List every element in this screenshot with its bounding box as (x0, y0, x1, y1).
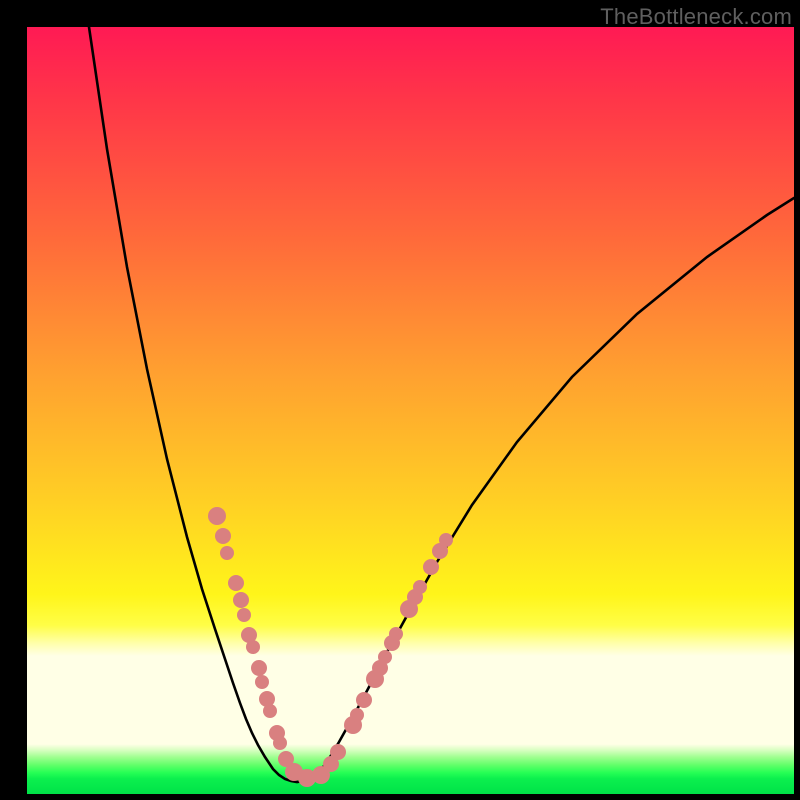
data-marker (389, 627, 403, 641)
plot-area (27, 27, 794, 794)
frame-background: TheBottleneck.com (0, 0, 800, 800)
data-marker (220, 546, 234, 560)
curve-layer (27, 27, 794, 794)
data-marker (423, 559, 439, 575)
watermark-text: TheBottleneck.com (600, 4, 792, 30)
data-marker (215, 528, 231, 544)
data-marker (255, 675, 269, 689)
data-marker (378, 650, 392, 664)
data-marker (246, 640, 260, 654)
data-marker (413, 580, 427, 594)
data-marker (350, 708, 364, 722)
data-marker (273, 736, 287, 750)
data-marker (251, 660, 267, 676)
curve-group (89, 27, 794, 782)
markers-group (208, 507, 453, 787)
data-marker (356, 692, 372, 708)
data-marker (233, 592, 249, 608)
data-marker (237, 608, 251, 622)
data-marker (263, 704, 277, 718)
curve-path (89, 27, 794, 782)
data-marker (208, 507, 226, 525)
data-marker (439, 533, 453, 547)
data-marker (330, 744, 346, 760)
data-marker (228, 575, 244, 591)
